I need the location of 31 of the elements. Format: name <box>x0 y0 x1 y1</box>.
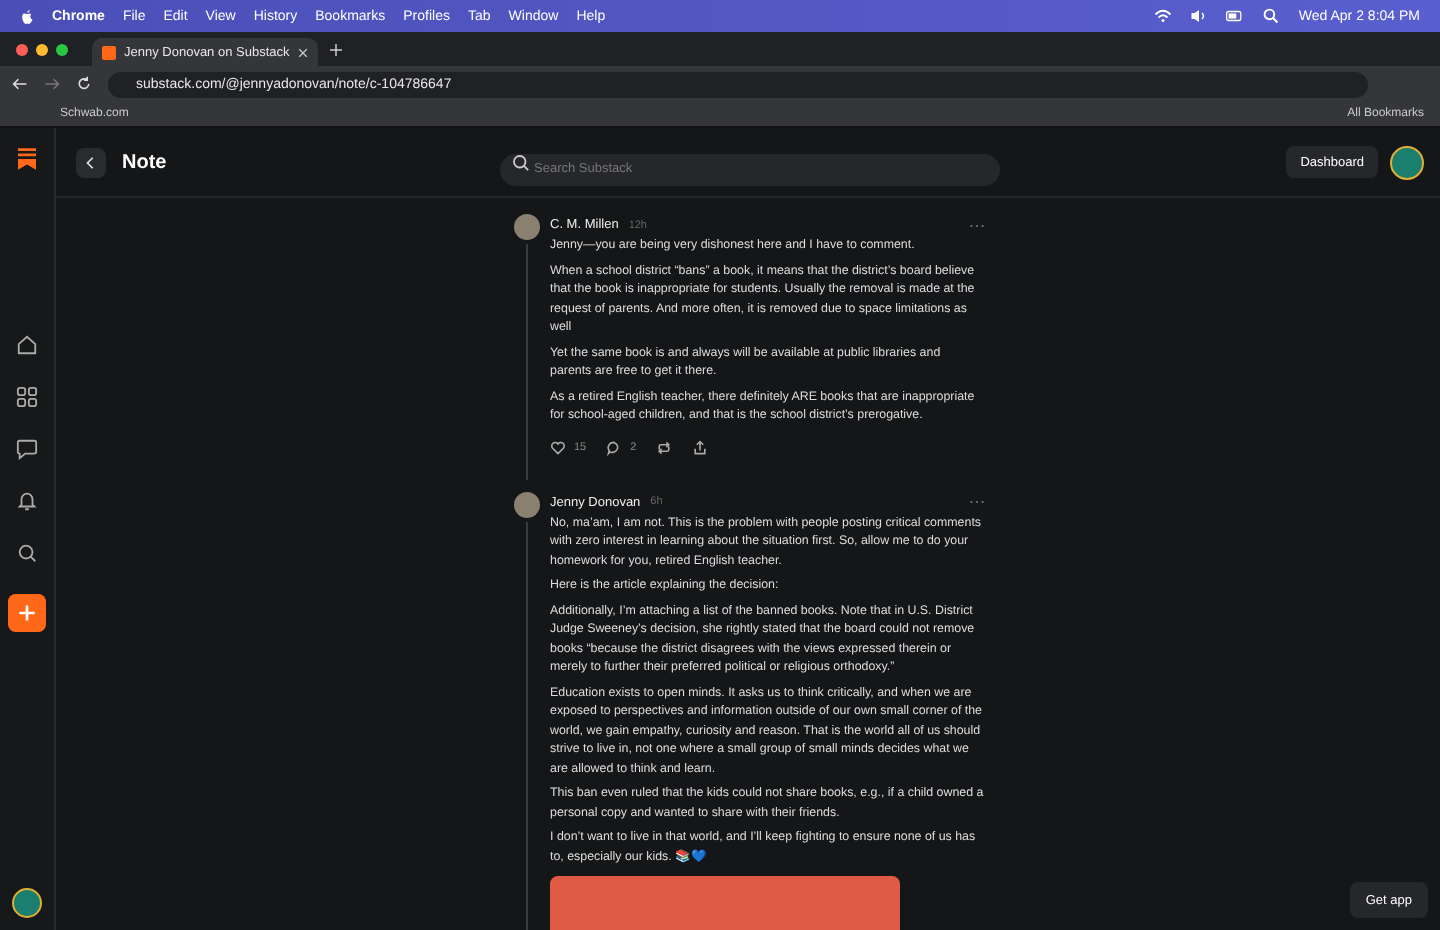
apple-logo-icon[interactable] <box>20 7 34 25</box>
new-tab-icon[interactable] <box>329 43 342 55</box>
grid-icon[interactable] <box>16 386 38 408</box>
avatar-placeholder[interactable] <box>513 491 539 517</box>
forward-arrow-icon[interactable] <box>44 76 60 92</box>
substack-logo-icon[interactable] <box>18 148 36 170</box>
battery-icon[interactable] <box>1226 8 1245 24</box>
back-arrow-icon[interactable] <box>12 76 28 92</box>
avatar-placeholder[interactable] <box>513 214 539 240</box>
search-icon[interactable] <box>16 542 38 564</box>
search-icon[interactable] <box>1262 8 1281 24</box>
create-button[interactable] <box>8 594 46 632</box>
profile-avatar[interactable] <box>1390 145 1424 179</box>
page-title: Note <box>122 151 167 173</box>
chevron-left-icon <box>84 155 98 169</box>
heart-icon[interactable] <box>550 439 566 455</box>
share-icon[interactable] <box>692 439 709 455</box>
profile-avatar[interactable] <box>12 888 42 918</box>
restack-icon[interactable] <box>656 439 673 455</box>
window-controls-icon[interactable] <box>16 43 68 55</box>
chat-icon[interactable] <box>16 438 38 460</box>
home-icon[interactable] <box>16 334 38 356</box>
wifi-icon[interactable] <box>1154 8 1173 24</box>
comment-icon[interactable] <box>606 439 623 455</box>
bell-icon[interactable] <box>16 490 38 512</box>
reload-icon[interactable] <box>76 76 92 92</box>
back-button[interactable] <box>76 147 106 177</box>
substack-logo-icon <box>102 45 116 59</box>
volume-icon[interactable] <box>1190 8 1209 24</box>
search-icon <box>512 153 530 171</box>
close-icon[interactable] <box>297 47 308 57</box>
